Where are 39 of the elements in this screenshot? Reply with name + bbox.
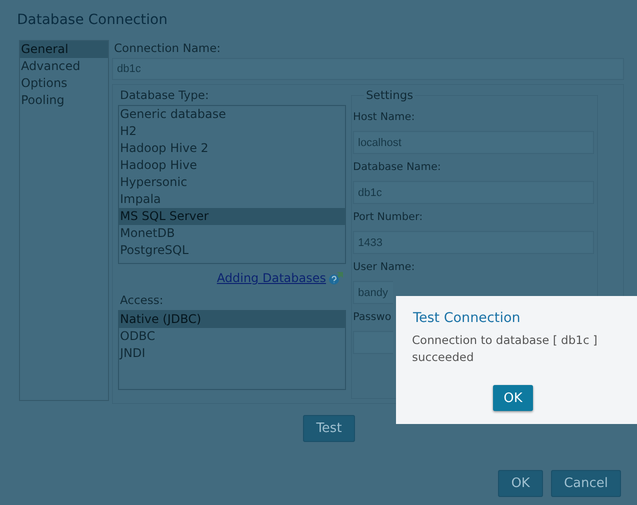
list-item[interactable]: Hadoop Hive 2 — [119, 140, 345, 157]
field-label: Connection Name: — [113, 40, 222, 56]
input-field[interactable]: localhost — [353, 131, 594, 154]
help-icon[interactable] — [328, 271, 344, 285]
group-legend: Settings — [364, 88, 416, 102]
input-field[interactable]: 1433 — [353, 231, 594, 254]
list-item[interactable]: Impala — [119, 191, 345, 208]
field-label: Port Number: — [353, 210, 423, 225]
list-item[interactable]: PostgreSQL — [119, 242, 345, 259]
help-link[interactable]: Adding Databases — [216, 271, 326, 285]
sidebar-item[interactable]: Advanced — [20, 58, 108, 75]
list-item[interactable]: ODBC — [119, 328, 345, 345]
field-label: User Name: — [353, 260, 415, 275]
dialog-message: Connection to database [ db1c ] succeeded — [412, 332, 598, 366]
input-field[interactable]: db1c — [353, 181, 594, 204]
sidebar-item[interactable]: General — [20, 41, 108, 58]
list-item[interactable]: H2 — [119, 123, 345, 140]
sidebar-item[interactable]: Options — [20, 75, 108, 92]
connection-name-field[interactable]: db1c — [112, 58, 624, 80]
field-label: Access: — [119, 292, 164, 308]
list-item[interactable]: MonetDB — [119, 225, 345, 242]
field-label: Host Name: — [353, 110, 415, 125]
list-item[interactable]: MS SQL Server — [119, 208, 345, 225]
window-title: Database Connection — [17, 11, 168, 30]
list-item[interactable]: Hadoop Hive — [119, 157, 345, 174]
input-field[interactable]: bandy — [353, 281, 393, 304]
dialog-button[interactable]: OK — [498, 470, 543, 497]
dialog-button[interactable]: Cancel — [550, 470, 621, 497]
test-button[interactable]: Test — [303, 415, 355, 442]
sidebar-item[interactable]: Pooling — [20, 92, 108, 109]
list-item[interactable]: Generic database — [119, 106, 345, 123]
field-label: Database Type: — [119, 87, 210, 103]
list-item[interactable]: Native (JDBC) — [119, 311, 345, 328]
list-item[interactable]: Hypersonic — [119, 174, 345, 191]
list-item[interactable]: JNDI — [119, 345, 345, 362]
ok-button[interactable]: OK — [492, 385, 534, 411]
field-label: Passwo — [353, 310, 392, 325]
field-label: Database Name: — [353, 160, 441, 175]
dialog-title: Test Connection — [413, 310, 522, 326]
